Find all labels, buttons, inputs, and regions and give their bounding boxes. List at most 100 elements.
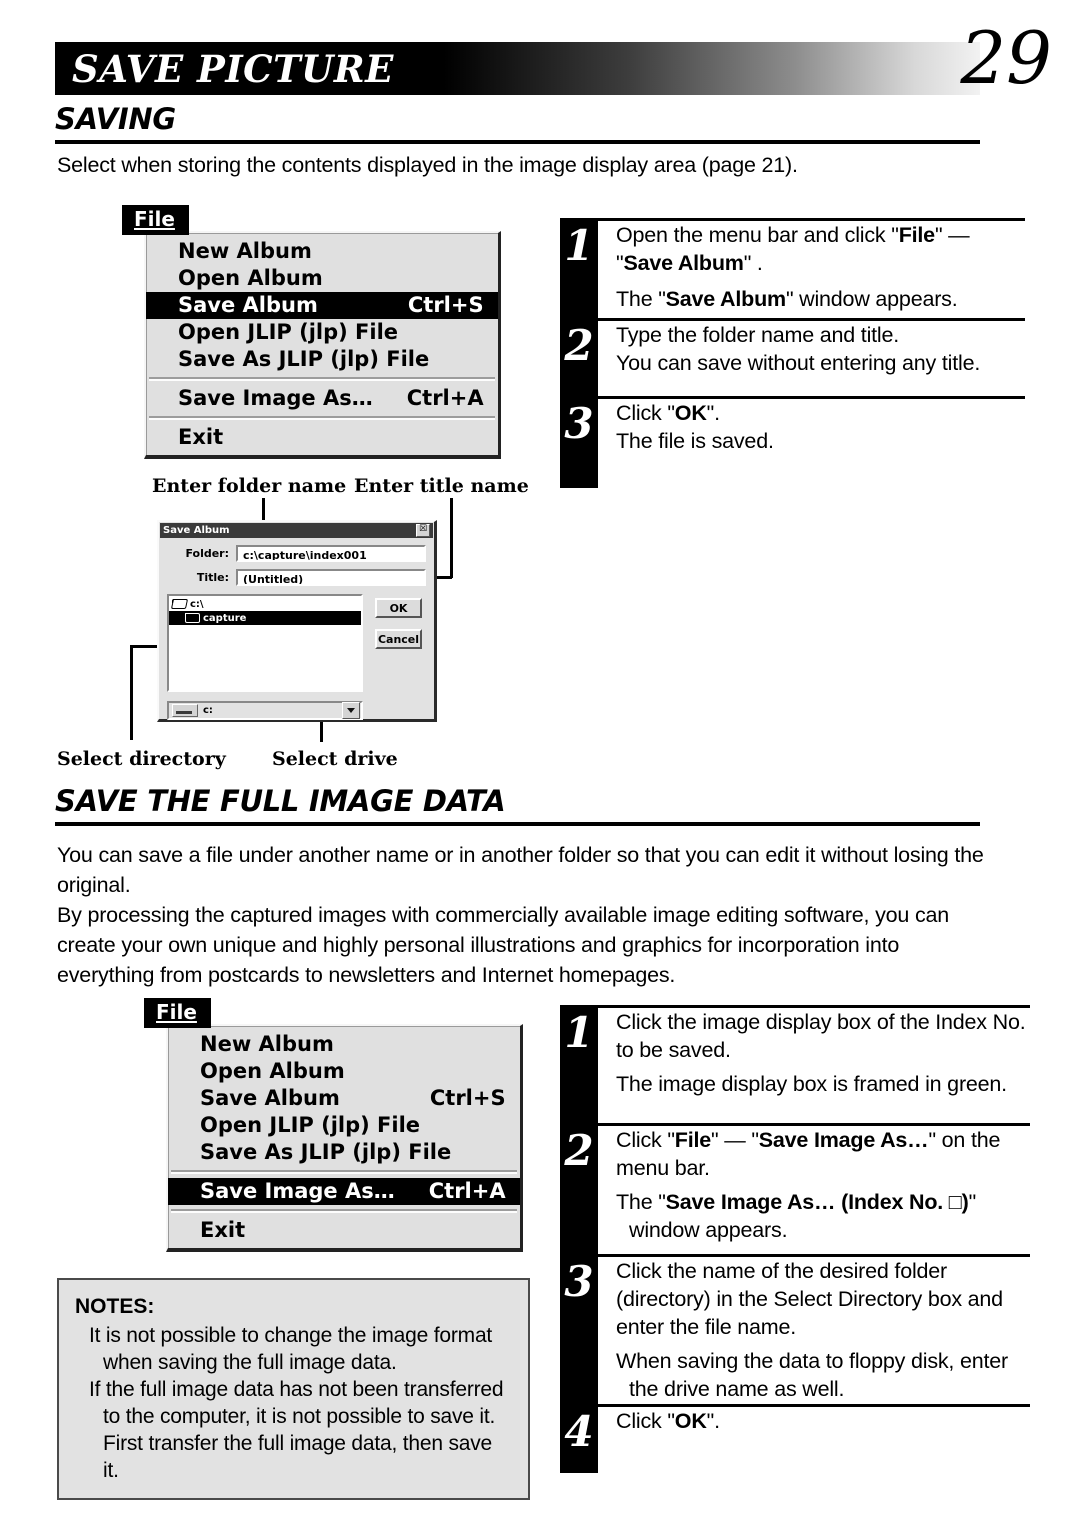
ok-button[interactable]: OK (375, 598, 422, 618)
menu-item-save-as-jlip[interactable]: Save As JLIP (jlp) File (168, 1139, 520, 1166)
directory-name: capture (203, 612, 247, 624)
menu-item-new-album[interactable]: New Album (146, 238, 498, 265)
callout-line-title-vertical (450, 498, 453, 578)
menu-item-accelerator: Ctrl+A (406, 386, 484, 410)
menu-item-open-jlip[interactable]: Open JLIP (jlp) File (146, 319, 498, 346)
section-heading-saving: SAVING (55, 103, 980, 144)
file-menu-tab[interactable]: File (144, 998, 211, 1028)
menu-item-label: Save Image As… (200, 1179, 395, 1203)
step-line: Click "OK". (616, 401, 720, 425)
select-directory-list[interactable]: c:\ capture (167, 594, 363, 692)
saving-intro-text: Select when storing the contents display… (57, 153, 798, 177)
select-drive-dropdown[interactable]: c: (167, 701, 363, 720)
menu-item-label: Open JLIP (jlp) File (178, 320, 399, 344)
folder-open-icon (170, 599, 189, 609)
step-3: 3 Click "OK". The file is saved. (560, 396, 1025, 476)
step-1: 1 Click the image display box of the Ind… (560, 1005, 1030, 1123)
folder-input[interactable]: c:\capture\index001 (236, 545, 426, 562)
step-bullet: You can save without entering any title. (616, 351, 981, 375)
menu-separator (171, 1170, 517, 1174)
menu-item-open-album[interactable]: Open Album (146, 265, 498, 292)
title-label: Title: (196, 571, 229, 584)
section-rule (55, 822, 980, 826)
file-menu-dropdown[interactable]: New Album Open Album Save Album Ctrl+S O… (144, 231, 501, 459)
list-item[interactable]: c:\ (169, 597, 361, 611)
menu-separator (149, 377, 495, 381)
menu-separator (149, 416, 495, 420)
file-menu-tab[interactable]: File (122, 205, 189, 235)
step-text: Click the image display box of the Index… (616, 1005, 1030, 1098)
step-line: Click the image display box of the Index… (616, 1010, 1026, 1062)
menu-item-accelerator: Ctrl+S (429, 1086, 506, 1110)
menu-item-new-album[interactable]: New Album (168, 1031, 520, 1058)
file-menu-tab-label: File (156, 1000, 197, 1024)
full-image-paragraph-2: By processing the captured images with c… (57, 903, 950, 987)
step-divider (598, 1404, 1030, 1407)
menu-item-label: Save Album (200, 1086, 340, 1110)
folder-label: Folder: (185, 547, 229, 560)
file-menu-dropdown[interactable]: New Album Open Album Save Album Ctrl+S O… (166, 1024, 523, 1252)
cancel-button[interactable]: Cancel (375, 629, 422, 649)
page-title: SAVE PICTURE (72, 47, 394, 91)
step-text: Click the name of the desired folder (di… (616, 1254, 1030, 1403)
save-album-dialog[interactable]: Save Album ☒ Folder: c:\capture\index001… (157, 520, 437, 722)
step-line: Open the menu bar and click "File" — "Sa… (616, 223, 970, 275)
menu-item-label: New Album (200, 1032, 334, 1056)
notes-list: It is not possible to change the image f… (75, 1322, 512, 1484)
list-item[interactable]: capture (169, 611, 361, 625)
menu-item-label: Open Album (178, 266, 323, 290)
full-image-paragraph-1: You can save a file under another name o… (57, 843, 984, 897)
dialog-buttons: OK Cancel (375, 594, 422, 692)
title-row: Title: (Untitled) (167, 569, 426, 586)
section-title: SAVE THE FULL IMAGE DATA (55, 784, 506, 818)
callout-line-directory-vertical (130, 645, 133, 740)
notes-heading: NOTES: (75, 1295, 155, 1318)
close-icon[interactable]: ☒ (416, 524, 430, 537)
drive-value: c: (203, 705, 213, 716)
step-text: Click "OK". (616, 1404, 1030, 1435)
step-line: Click "OK". (616, 1409, 720, 1433)
step-text: Click "OK". The file is saved. (616, 396, 1025, 455)
step-divider (598, 318, 1025, 321)
step-number: 3 (564, 1257, 594, 1306)
menu-item-label: Open JLIP (jlp) File (200, 1113, 421, 1137)
callout-enter-folder-name: Enter folder name (152, 475, 347, 497)
menu-item-label: Exit (200, 1218, 246, 1242)
menu-item-label: Exit (178, 425, 224, 449)
step-divider (598, 1254, 1030, 1257)
step-line: Click the name of the desired folder (di… (616, 1259, 1003, 1339)
menu-item-exit[interactable]: Exit (146, 424, 498, 451)
menu-item-save-image-as[interactable]: Save Image As… Ctrl+A (168, 1178, 520, 1205)
folder-icon (185, 613, 200, 623)
menu-item-save-album[interactable]: Save Album Ctrl+S (146, 292, 498, 319)
step-bullet: The image display box is framed in green… (616, 1072, 1007, 1096)
drive-icon (172, 704, 198, 717)
step-1: 1 Open the menu bar and click "File" — "… (560, 218, 1025, 318)
menu-item-label: Save As JLIP (jlp) File (178, 347, 430, 371)
step-line: Type the folder name and title. (616, 323, 900, 347)
menu-item-open-jlip[interactable]: Open JLIP (jlp) File (168, 1112, 520, 1139)
folder-row: Folder: c:\capture\index001 (167, 545, 426, 562)
step-number: 2 (564, 1126, 594, 1175)
callout-enter-title-name: Enter title name (354, 475, 529, 497)
step-2: 2 Type the folder name and title. You ca… (560, 318, 1025, 396)
step-number: 2 (564, 321, 594, 370)
step-4: 4 Click "OK". (560, 1404, 1030, 1464)
step-bullet: The "Save Album" window appears. (616, 287, 958, 311)
section-title: SAVING (55, 102, 176, 136)
dialog-middle: c:\ capture OK Cancel (167, 594, 426, 692)
menu-separator (171, 1209, 517, 1213)
title-input[interactable]: (Untitled) (236, 569, 426, 586)
step-bullet: The "Save Image As… (Index No. □)" windo… (616, 1190, 976, 1242)
menu-item-save-album[interactable]: Save Album Ctrl+S (168, 1085, 520, 1112)
menu-item-save-image-as[interactable]: Save Image As… Ctrl+A (146, 385, 498, 412)
menu-item-label: Open Album (200, 1059, 345, 1083)
menu-item-open-album[interactable]: Open Album (168, 1058, 520, 1085)
menu-item-label: Save Image As… (178, 386, 373, 410)
section-rule (55, 140, 980, 144)
menu-item-exit[interactable]: Exit (168, 1217, 520, 1244)
chevron-down-icon[interactable] (342, 702, 360, 719)
file-menu-tab-label: File (134, 207, 175, 231)
menu-item-label: New Album (178, 239, 312, 263)
menu-item-save-as-jlip[interactable]: Save As JLIP (jlp) File (146, 346, 498, 373)
